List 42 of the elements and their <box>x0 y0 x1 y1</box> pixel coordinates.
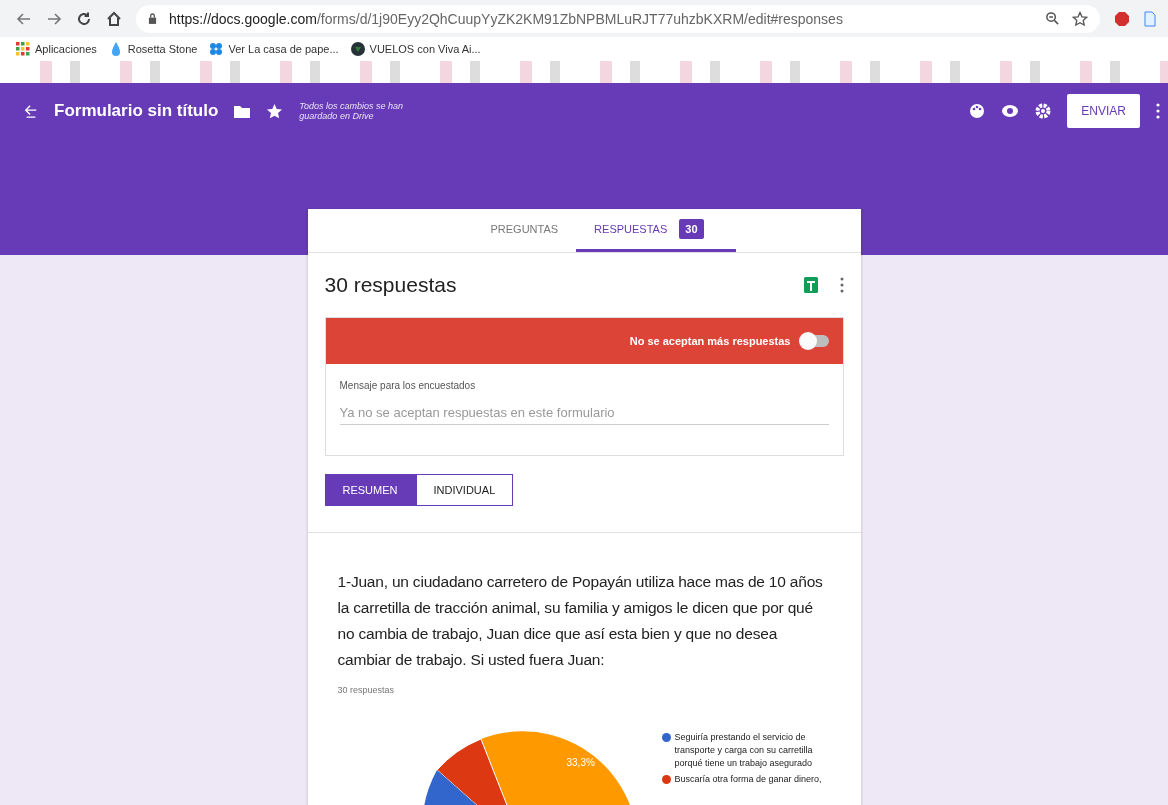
reload-icon[interactable] <box>76 10 92 27</box>
back-icon[interactable] <box>24 103 38 119</box>
legend-label: Buscaría otra forma de ganar dinero, <box>674 773 822 786</box>
question-text: 1-Juan, un ciudadano carretero de Popayán utiliza hace mas de 10 años la carretilla de tracción animal, su familia y amigos le dicen que por qué no cambia de trabajo, Juan dice que así esta bien y que no desea cambiar de trabajo. Si usted fuera Juan: <box>337 572 824 670</box>
count-badge: 30 <box>679 219 704 239</box>
url-text: https://docs.google.com/forms/d/1j90Eyy2QhCuupYyZK2KM91ZbNPBMLuRJT77uhzbKXRM/edit#responses <box>169 10 843 27</box>
more-icon[interactable] <box>1156 103 1160 119</box>
bookmark[interactable]: Ver La casa de pape... <box>209 42 339 56</box>
tab[interactable]: RESPUESTAS 30 <box>576 209 736 252</box>
zoom-icon[interactable] <box>1045 11 1060 26</box>
responses-title: 30 respuestas <box>324 273 458 297</box>
folder-icon[interactable] <box>234 104 251 118</box>
response-count: 30 respuestas <box>337 685 396 695</box>
bookmark[interactable]: Rosetta Stone <box>108 42 198 56</box>
stop-sign-icon[interactable] <box>1114 10 1130 27</box>
lock-icon <box>148 13 157 24</box>
bookmark[interactable]: Aplicaciones <box>16 42 97 56</box>
view-toggle[interactable]: RESUMEN <box>324 474 416 506</box>
palette-icon[interactable] <box>969 103 986 119</box>
more-icon[interactable] <box>839 277 844 293</box>
star-icon[interactable] <box>1072 10 1088 27</box>
flower-icon <box>209 42 224 56</box>
legend-label: Seguiría prestando el servicio de transporte y carga con su carretilla porqué tiene un trabajo asegurado <box>674 731 814 770</box>
view-toggle[interactable]: INDIVIDUAL <box>415 474 514 506</box>
back-icon[interactable] <box>16 10 32 27</box>
accepting-toggle[interactable] <box>802 335 829 347</box>
forward-icon[interactable] <box>46 10 62 27</box>
accepting-label: No se aceptan más respuestas <box>629 335 791 347</box>
slice-label: 33,3% <box>566 757 595 768</box>
eye-icon[interactable] <box>1001 104 1020 118</box>
home-icon[interactable] <box>106 10 122 27</box>
settings-icon[interactable] <box>1035 103 1052 119</box>
form-title[interactable]: Formulario sin título <box>54 101 219 121</box>
address-bar[interactable]: https://docs.google.com/forms/d/1j90Eyy2QhCuupYyZK2KM91ZbNPBMLuRJT77uhzbKXRM/edit#responses <box>136 4 1100 33</box>
message-label: Mensaje para los encuestados <box>339 380 477 391</box>
bookmark[interactable]: VUELOS con Viva Ai... <box>350 42 481 56</box>
star-icon[interactable] <box>266 102 284 120</box>
save-status: Todos los cambios se han guardado en Drive <box>299 100 405 122</box>
grid-icon <box>16 42 30 56</box>
send-button[interactable]: ENVIAR <box>1067 94 1140 128</box>
tab[interactable]: PREGUNTAS <box>472 209 577 252</box>
spreadsheet-icon[interactable] <box>803 277 818 293</box>
